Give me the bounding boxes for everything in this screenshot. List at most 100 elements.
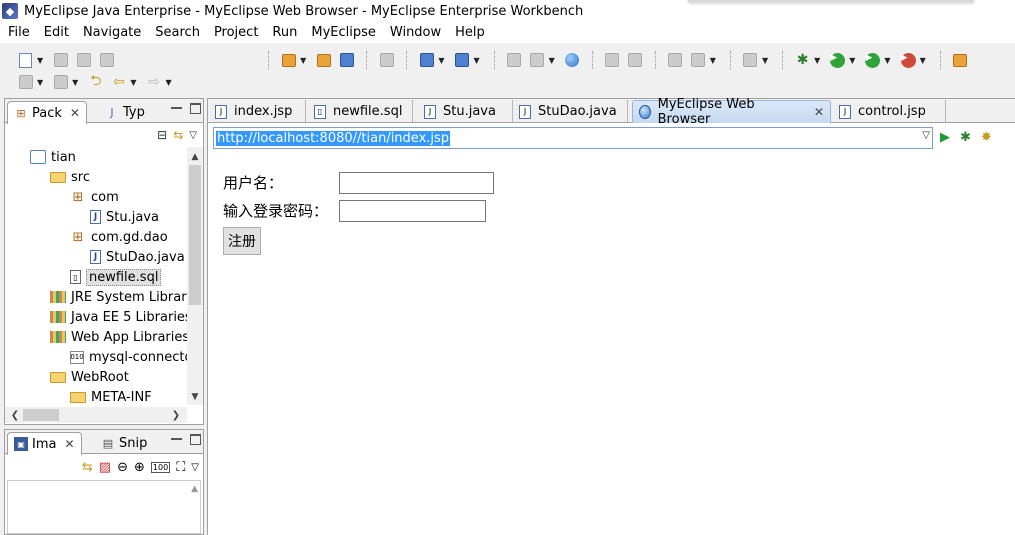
minimize-icon[interactable] [171,107,182,118]
browser-globe-icon[interactable] [565,53,580,67]
tab-stu-java[interactable]: J Stu.java [418,100,513,123]
scrollbar-thumb[interactable] [189,165,201,305]
menu-edit[interactable]: Edit [36,25,75,40]
search-wizard-icon[interactable] [454,53,469,67]
collapse-all-icon[interactable]: ⊟ [157,128,167,142]
prev-annotation-icon[interactable] [53,75,68,89]
close-icon[interactable]: ✕ [64,437,74,451]
url-text[interactable]: http://localhost:8080//tian/index.jsp [216,130,451,146]
tab-index-jsp[interactable]: Jindex.jsp [209,100,306,123]
tab-image[interactable]: ▣ Ima ✕ [7,432,82,455]
next-annotation-icon[interactable] [18,75,33,89]
menu-project[interactable]: Project [206,25,264,40]
wizard-icon[interactable] [419,53,434,67]
forward-icon[interactable]: ⇨ [148,74,160,90]
tree-item[interactable]: J Stu.java [75,207,159,227]
view-menu-icon[interactable]: ▽ [189,130,197,141]
tab-myeclipse-web-browser[interactable]: MyEclipse Web Browser ✕ [632,97,831,127]
close-icon[interactable]: ✕ [70,106,80,120]
profile-dropdown-icon[interactable]: ▼ [920,56,926,65]
open-browser-icon[interactable] [379,53,394,67]
open-type-icon[interactable] [691,53,706,67]
next-annotation-dropdown-icon[interactable]: ▼ [37,78,43,87]
password-input[interactable] [339,200,486,222]
save-icon[interactable] [53,53,68,67]
debug-icon[interactable]: ✱ [797,52,809,68]
tree-item[interactable]: ▯ newfile.sql [55,267,162,287]
web-tools-icon[interactable]: ✸ [981,130,992,145]
tree-item[interactable]: ⊞ com [55,187,119,207]
menu-help[interactable]: Help [447,25,491,40]
tree-item[interactable]: ⊞ com.gd.dao [55,227,168,247]
register-button[interactable]: 注册 [223,227,261,255]
run-icon[interactable]: ▶ [830,52,846,68]
menu-file[interactable]: File [0,25,36,40]
image-open-icon[interactable] [628,53,643,67]
new-class-icon[interactable] [668,53,683,67]
image-edit-icon[interactable] [605,53,620,67]
tree-item[interactable]: src [35,167,90,187]
search-wizard-dropdown-icon[interactable]: ▼ [473,56,479,65]
menu-myeclipse[interactable]: MyEclipse [303,25,382,40]
menu-window[interactable]: Window [382,25,447,40]
save-all-icon[interactable] [76,53,91,67]
run-dropdown-icon[interactable]: ▼ [849,56,855,65]
chevron-down-icon[interactable]: ▽ [922,130,930,141]
tree-item[interactable]: tian [15,147,76,167]
zoom-out-icon[interactable]: ⊖ [117,460,128,475]
server-icon[interactable] [339,53,354,67]
scroll-right-icon[interactable]: ❯ [168,407,184,423]
back-dropdown-icon[interactable]: ▼ [130,78,136,87]
tab-newfile-sql[interactable]: ▯ newfile.sql [308,100,413,123]
camera-icon[interactable] [743,53,758,67]
deploy-icon[interactable] [316,53,331,67]
username-input[interactable] [339,172,494,194]
scrollbar-thumb[interactable] [23,409,59,421]
tree-item[interactable]: WebRoot [35,367,129,387]
go-icon[interactable]: ▶ [940,130,950,145]
camera-dropdown-icon[interactable]: ▼ [762,56,768,65]
tree-item[interactable]: 010 mysql-connector [55,347,187,367]
run-external-dropdown-icon[interactable]: ▼ [884,56,890,65]
debug-dropdown-icon[interactable]: ▼ [814,56,820,65]
tab-studao-java[interactable]: J StuDao.java [513,100,628,123]
run-server-icon[interactable] [530,53,545,67]
debug-page-icon[interactable]: ✱ [960,130,971,145]
fit-icon[interactable]: ⛶ [176,460,185,475]
tab-package-explorer[interactable]: ⊞ Pack ✕ [7,101,87,124]
forward-dropdown-icon[interactable]: ▼ [165,78,171,87]
maximize-icon[interactable] [190,434,201,445]
tree-item[interactable]: META-INF [55,387,152,407]
open-type-dropdown-icon[interactable]: ▼ [710,56,716,65]
run-external-icon[interactable]: ▶ [865,52,881,68]
menu-navigate[interactable]: Navigate [75,25,147,40]
new-dropdown-icon[interactable]: ▼ [37,56,43,65]
web-project-dropdown-icon[interactable]: ▼ [300,56,306,65]
menu-search[interactable]: Search [147,25,206,40]
wizard-dropdown-icon[interactable]: ▼ [438,56,444,65]
tree-horizontal-scrollbar[interactable]: ❮ ❯ [5,407,187,423]
menu-run[interactable]: Run [264,25,303,40]
new-icon[interactable] [19,52,32,68]
extra-tool-icon[interactable] [953,53,968,67]
tree-item[interactable]: J StuDao.java [75,247,185,267]
tree-item[interactable]: Java EE 5 Libraries [35,307,187,327]
zoom-in-icon[interactable]: ⊕ [134,460,145,475]
scroll-up-icon[interactable]: ▲ [191,484,198,494]
tree-vertical-scrollbar[interactable]: ▲ ▼ [187,147,203,405]
prev-annotation-dropdown-icon[interactable]: ▼ [72,78,78,87]
tab-snippets[interactable]: ▤ Snip [95,432,153,454]
actual-size-icon[interactable]: 100 [150,461,171,473]
back-icon[interactable]: ⇦ [113,74,125,90]
scroll-up-icon[interactable]: ▲ [187,149,203,165]
maximize-icon[interactable] [190,103,201,114]
tree-item[interactable]: JRE System Library [35,287,187,307]
tab-type-hierarchy[interactable]: J Typ [99,101,151,123]
tab-control-jsp[interactable]: Jcontrol.jsp [833,100,946,123]
deploy-app-icon[interactable] [507,53,522,67]
url-bar[interactable]: http://localhost:8080//tian/index.jsp ▽ [213,127,933,149]
minimize-icon[interactable] [171,438,182,449]
print-icon[interactable] [99,53,114,67]
view-menu-icon[interactable]: ▽ [191,462,199,473]
tree-item[interactable]: Web App Libraries [35,327,187,347]
